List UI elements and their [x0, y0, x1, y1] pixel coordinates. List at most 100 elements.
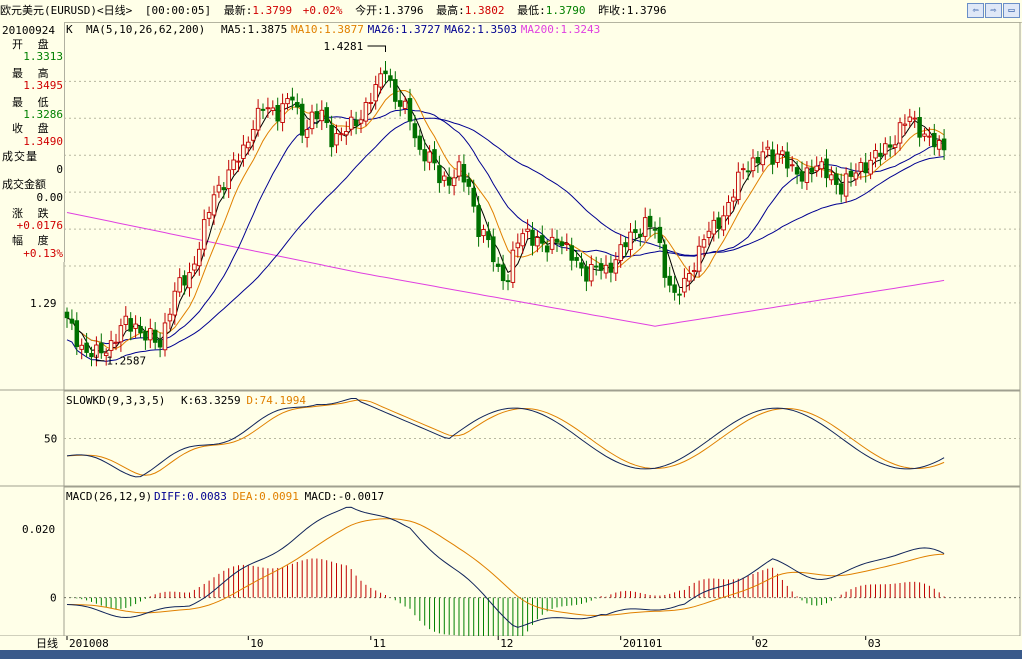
candle-body: [927, 135, 932, 138]
candle-body: [887, 144, 893, 148]
candle-body: [260, 108, 266, 111]
candle-body: [520, 233, 525, 247]
candle-body: [652, 228, 658, 231]
maximize-icon[interactable]: ▭: [1003, 3, 1020, 18]
latest-value: 1.3799: [252, 4, 293, 17]
candle-body: [647, 215, 653, 228]
candle-body: [172, 290, 178, 316]
macd-y-tick-label: 0.020: [22, 523, 55, 536]
candle-body: [598, 263, 604, 271]
candle-body: [344, 131, 349, 136]
candle-body: [486, 231, 491, 241]
back-arrow-icon[interactable]: ⇦: [967, 3, 984, 18]
candle-body: [250, 128, 256, 141]
candle-body: [608, 262, 614, 273]
candle-body: [941, 138, 947, 151]
candle-body: [760, 151, 766, 166]
kd-legend-d: D:74.1994: [246, 394, 306, 407]
candle-body: [873, 150, 878, 159]
candle-body: [691, 270, 697, 272]
candle-body: [128, 318, 133, 332]
main-y-tick-label: 1.29: [30, 297, 57, 310]
macd-legend-macd: MACD:-0.0017: [305, 490, 384, 503]
candle-body: [917, 117, 922, 138]
candle-body: [353, 119, 359, 127]
macd-legend-diff: DIFF:0.0083: [154, 490, 227, 503]
candle-body: [936, 140, 942, 150]
candle-body: [892, 144, 898, 148]
candle-body: [476, 205, 481, 237]
chart-area[interactable]: 1.29 1.4281 1.2587 K MA(5,10,26,62,200) MA5:1…: [0, 22, 1022, 650]
macd-y-tick-label: 0: [50, 592, 57, 605]
forward-arrow-icon[interactable]: ⇨: [985, 3, 1002, 18]
candle-body: [559, 241, 565, 247]
prev-close-label: 昨收:: [598, 4, 627, 17]
candle-body: [177, 277, 182, 293]
candle-body: [765, 146, 770, 150]
candle-body: [618, 244, 623, 261]
candle-body: [192, 263, 197, 271]
info-value-change: +0.0176: [16, 219, 63, 232]
candle-body: [589, 264, 594, 282]
candle-body: [584, 266, 589, 282]
info-value-volume: 0: [56, 163, 63, 176]
candle-body: [711, 219, 717, 235]
candle-body: [633, 229, 638, 234]
candle-body: [290, 96, 295, 101]
change-value: +0.02%: [302, 4, 343, 17]
high-label: 最高:: [436, 4, 465, 17]
candle-body: [868, 159, 873, 175]
candle-body: [417, 135, 423, 150]
candle-body: [363, 102, 369, 122]
candle-body: [500, 264, 506, 282]
candle-body: [69, 318, 75, 324]
candle-body: [667, 275, 672, 286]
candle-body: [427, 151, 432, 163]
candle-body: [466, 178, 472, 187]
title-bar: 欧元美元(EURUSD)<日线> [00:00:05] 最新:1.3799 +0…: [0, 0, 1022, 23]
candle-body: [745, 170, 751, 173]
candle-body: [638, 233, 643, 238]
candle-body: [201, 219, 207, 250]
info-value-pct: +0.13%: [23, 247, 63, 260]
prev-close-value: 1.3796: [626, 4, 667, 17]
candle-body: [731, 196, 736, 202]
candle-body: [299, 103, 305, 136]
candle-body: [755, 157, 761, 164]
candle-body: [113, 341, 119, 344]
clock: [00:00:05]: [144, 4, 212, 17]
candle-body: [642, 217, 648, 237]
macd-legend-name: MACD(26,12,9): [66, 490, 152, 503]
candle-body: [794, 167, 800, 175]
candle-body: [309, 111, 315, 130]
candle-body: [530, 229, 535, 246]
legend-k: K: [66, 23, 73, 36]
candle-body: [241, 144, 246, 159]
candle-body: [672, 284, 677, 293]
info-label-pct: 幅 度: [12, 234, 53, 247]
candle-body: [182, 275, 187, 286]
candle-body: [843, 173, 849, 197]
candle-body: [736, 171, 741, 201]
legend-ma62: MA62:1.3503: [444, 23, 517, 36]
candle-body: [451, 177, 457, 187]
candle-body: [834, 173, 839, 185]
legend-ma200: MA200:1.3243: [521, 23, 600, 36]
legend-ma10: MA10:1.3877: [291, 23, 364, 36]
candle-body: [446, 176, 452, 186]
latest-label: 最新:: [223, 4, 253, 17]
kd-legend-name: SLOWKD(9,3,3,5): [66, 394, 165, 407]
main-panel-frame: [63, 22, 1021, 391]
info-label-volume: 成交量: [2, 150, 38, 163]
candle-body: [152, 329, 158, 343]
candle-body: [716, 217, 721, 229]
candle-body: [505, 280, 511, 283]
low-value: 1.3790: [545, 4, 586, 17]
info-value-open: 1.3313: [23, 50, 63, 63]
candle-body: [74, 320, 80, 348]
candle-body: [197, 248, 202, 267]
candle-body: [799, 171, 805, 182]
candle-body: [187, 272, 192, 289]
info-value-amount: 0.00: [36, 191, 64, 204]
candle-body: [422, 149, 427, 162]
